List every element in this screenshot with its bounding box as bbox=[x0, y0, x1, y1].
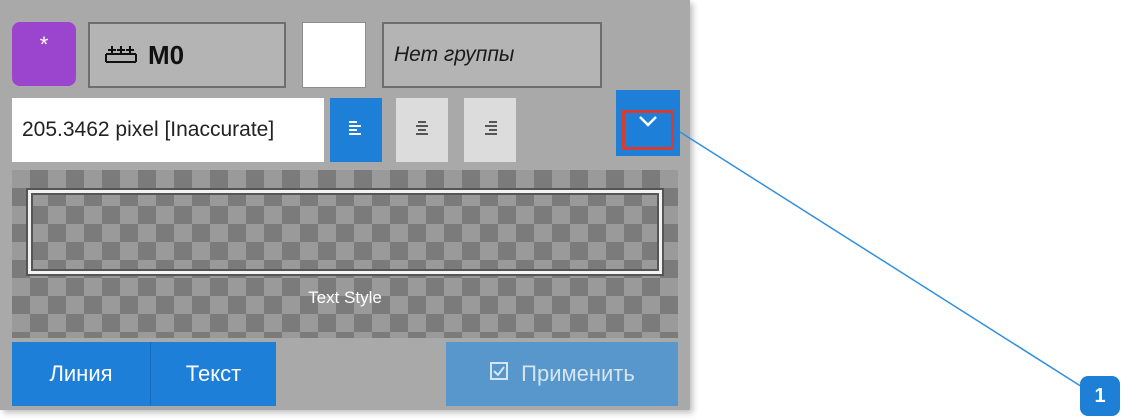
callout-badge: 1 bbox=[1080, 376, 1120, 416]
callout-number: 1 bbox=[1094, 384, 1106, 407]
callout-connector bbox=[679, 131, 1091, 393]
